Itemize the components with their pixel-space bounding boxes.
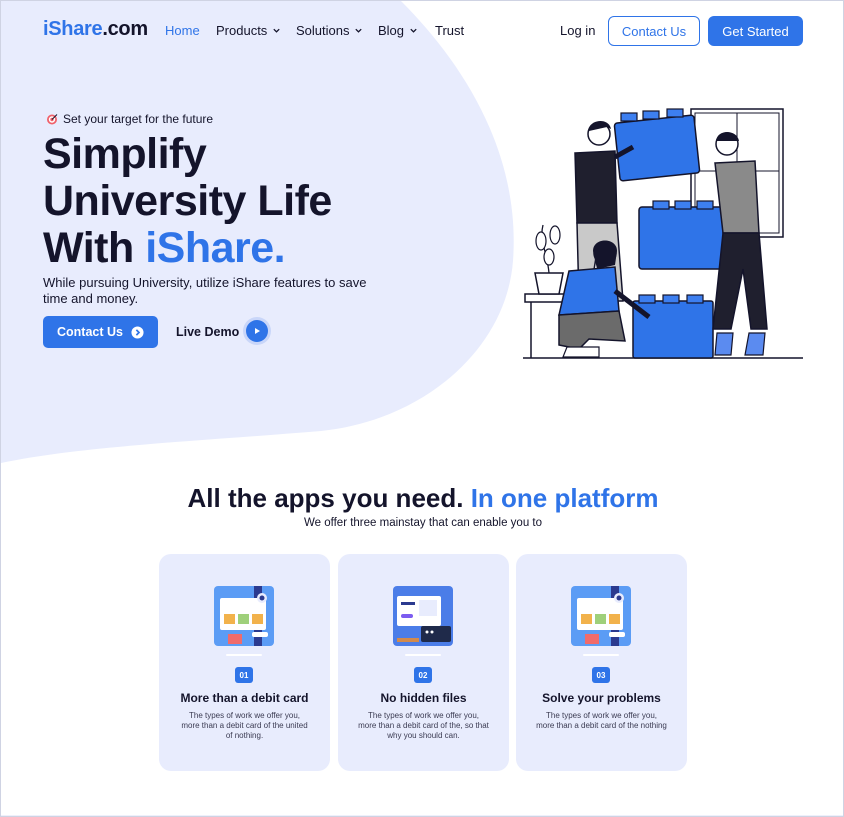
nav-item-home[interactable]: Home [165,23,200,38]
chevron-down-icon [410,28,417,33]
logo[interactable]: iShare.com [43,18,148,41]
app-screenshot-thumbnail [214,586,274,656]
app-screenshot-thumbnail [393,586,453,656]
chevron-down-icon [273,28,280,33]
feature-card: 01 More than a debit card The types of w… [159,554,330,771]
target-icon [47,114,58,125]
get-started-button[interactable]: Get Started [708,16,803,46]
hero-illustration [523,108,803,359]
live-demo-label[interactable]: Live Demo [176,325,239,339]
card-title: More than a debit card [180,691,309,705]
chevron-down-icon [355,28,363,33]
login-link[interactable]: Log in [560,23,595,38]
app-screenshot-thumbnail [571,586,631,656]
features-title: All the apps you need. In one platform [187,483,659,513]
nav-item-blog[interactable]: Blog [378,23,418,38]
card-description: The types of work we offer you, more tha… [536,711,667,730]
page: iShare.com Home Products Solutions Blog … [0,0,844,817]
top-navbar: iShare.com Home Products Solutions Blog … [1,1,843,61]
hero-contact-button[interactable]: Contact Us [43,316,158,348]
card-description: The types of work we offer you, more tha… [181,711,308,740]
play-icon [255,328,260,334]
card-description: The types of work we offer you, more tha… [358,711,489,740]
feature-card: 03 Solve your problems The types of work… [516,554,687,771]
nav-item-solutions[interactable]: Solutions [296,23,363,38]
hero-tagline: Set your target for the future [46,112,213,126]
card-title: Solve your problems [542,691,661,705]
card-number-badge: 01 [235,667,253,683]
feature-card: 02 No hidden files The types of work we … [338,554,509,771]
nav-item-products[interactable]: Products [216,23,281,38]
contact-us-button[interactable]: Contact Us [608,16,700,46]
hero-title: Simplify University Life With iShare. [43,130,332,272]
card-title: No hidden files [380,691,467,705]
play-button[interactable] [246,320,268,342]
features-subtitle: We offer three mainstay that can enable … [303,517,543,529]
arrow-circle-icon [131,325,144,339]
nav-item-trust[interactable]: Trust [435,23,464,38]
hero-subtitle: While pursuing University, utilize iShar… [43,275,367,306]
card-number-badge: 03 [592,667,610,683]
card-number-badge: 02 [414,667,432,683]
